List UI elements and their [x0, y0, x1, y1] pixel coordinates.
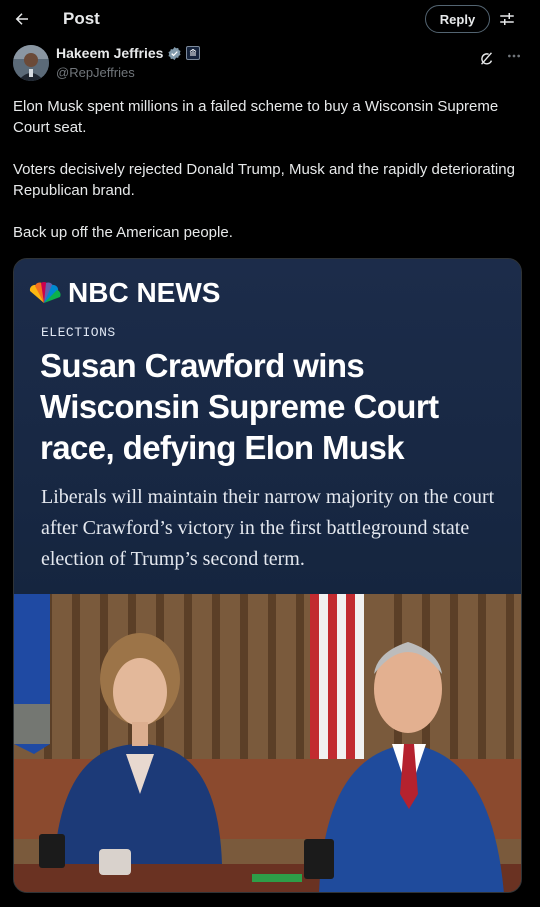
grok-button[interactable] — [476, 48, 496, 68]
arrow-left-icon — [15, 13, 28, 25]
page-title: Post — [63, 9, 100, 28]
tweet-paragraph: Voters decisively rejected Donald Trump,… — [13, 161, 515, 199]
reply-button[interactable]: Reply — [425, 5, 490, 33]
government-badge-icon — [186, 46, 201, 60]
nbc-news-logo: NBC NEWS — [26, 277, 220, 309]
debate-photo — [14, 594, 521, 892]
article-dek: Liberals will maintain their narrow majo… — [41, 486, 495, 570]
author-name-text: Hakeem Jeffries — [56, 45, 164, 61]
more-horizontal-icon — [508, 54, 520, 58]
avatar-image — [13, 45, 49, 81]
more-options-button[interactable] — [504, 46, 524, 66]
tweet-media-image[interactable]: NBC NEWS ELECTIONS Susan Crawford wins W… — [13, 258, 522, 893]
top-bar: Post Reply — [0, 0, 540, 38]
peacock-icon — [29, 282, 61, 303]
author-name[interactable]: Hakeem Jeffries — [56, 45, 201, 61]
tweet-paragraph: Back up off the American people. — [13, 224, 233, 241]
settings-button[interactable] — [497, 9, 517, 29]
avatar[interactable] — [13, 45, 49, 81]
news-card: NBC NEWS ELECTIONS Susan Crawford wins W… — [14, 259, 521, 594]
tweet-text: Elon Musk spent millions in a failed sch… — [13, 96, 528, 264]
article-photo — [14, 594, 521, 892]
nbc-news-wordmark: NBC NEWS — [68, 277, 221, 308]
tweet-paragraph: Elon Musk spent millions in a failed sch… — [13, 98, 499, 136]
author-handle[interactable]: @RepJeffries — [56, 65, 135, 80]
article-kicker: ELECTIONS — [41, 325, 116, 340]
back-button[interactable] — [12, 9, 32, 29]
verified-badge-icon — [168, 46, 181, 60]
sliders-icon — [500, 13, 514, 25]
grok-icon — [480, 51, 492, 65]
article-headline: Susan Crawford wins Wisconsin Supreme Co… — [40, 347, 439, 466]
